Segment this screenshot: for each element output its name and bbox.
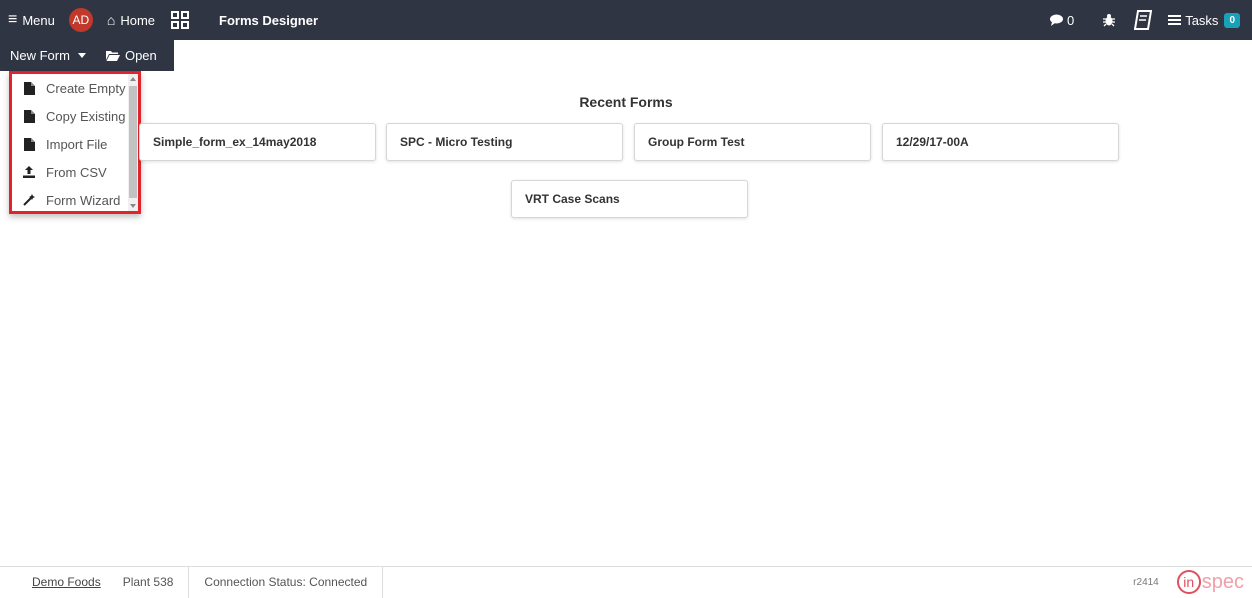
- chat-bubble-icon: [1049, 14, 1063, 26]
- notebook-button[interactable]: [1126, 0, 1160, 40]
- file-icon: [20, 81, 38, 95]
- new-form-button[interactable]: New Form: [0, 40, 96, 71]
- new-form-dropdown-menu: Create Empty Copy Existing Import File F…: [9, 71, 141, 214]
- recent-form-card[interactable]: VRT Case Scans: [511, 180, 748, 218]
- page-title: Forms Designer: [219, 12, 319, 28]
- form-wizard-label: Form Wizard: [46, 192, 121, 208]
- recent-form-card[interactable]: SPC - Micro Testing: [386, 123, 623, 161]
- home-button[interactable]: ⌂ Home: [99, 0, 163, 40]
- messages-button[interactable]: 0: [1042, 0, 1092, 40]
- status-footer: Demo Foods Plant 538 Connection Status: …: [0, 566, 1252, 598]
- tasks-label: Tasks: [1185, 12, 1219, 28]
- qr-code-button[interactable]: [163, 0, 197, 40]
- logo-in-mark: in: [1176, 570, 1201, 594]
- caret-down-icon: [77, 53, 86, 58]
- upload-icon: [20, 166, 38, 178]
- company-link[interactable]: Demo Foods: [32, 575, 101, 589]
- wand-icon: [20, 194, 38, 206]
- scroll-up-arrow-icon[interactable]: [130, 77, 136, 81]
- hamburger-icon: ≡: [8, 11, 18, 28]
- forms-toolbar: New Form Open: [0, 40, 174, 71]
- tasks-button[interactable]: Tasks 0: [1160, 0, 1252, 40]
- import-file-menu-item[interactable]: Import File: [12, 130, 129, 158]
- user-avatar[interactable]: AD: [68, 8, 93, 32]
- file-icon: [20, 109, 38, 123]
- from-csv-menu-item[interactable]: From CSV: [12, 158, 129, 186]
- recent-form-card[interactable]: Simple_form_ex_14may2018: [139, 123, 376, 161]
- plant-label: Plant 538: [122, 575, 174, 589]
- bug-icon: [1103, 14, 1116, 27]
- connection-status-cell: Connection Status: Connected: [189, 566, 384, 598]
- home-label: Home: [120, 12, 156, 28]
- open-label: Open: [124, 48, 157, 63]
- recent-form-card[interactable]: Group Form Test: [634, 123, 871, 161]
- tasks-count-badge: 0: [1224, 12, 1240, 28]
- messages-count: 0: [1066, 12, 1075, 28]
- logo-spec-text: spec: [1201, 570, 1244, 593]
- from-csv-label: From CSV: [46, 164, 107, 180]
- recent-form-card[interactable]: 12/29/17-00A: [882, 123, 1119, 161]
- import-file-label: Import File: [46, 136, 108, 152]
- menu-button[interactable]: ≡ Menu: [0, 0, 63, 40]
- copy-existing-label: Copy Existing: [46, 108, 126, 124]
- form-wizard-menu-item[interactable]: Form Wizard: [12, 186, 129, 214]
- menu-label: Menu: [22, 12, 55, 28]
- notebook-icon: [1134, 10, 1153, 30]
- inspec-logo: in spec: [1176, 570, 1244, 594]
- tasks-list-icon: [1168, 15, 1182, 25]
- top-navbar: ≡ Menu AD ⌂ Home Forms Designer 0 Tasks …: [0, 0, 1252, 40]
- revision-label: r2414: [1133, 576, 1159, 588]
- recent-forms-heading: Recent Forms: [579, 94, 673, 110]
- folder-open-icon: [105, 51, 120, 61]
- qr-code-icon: [171, 11, 190, 29]
- bug-report-button[interactable]: [1092, 0, 1126, 40]
- home-icon: ⌂: [106, 12, 116, 28]
- company-plant-cell: Demo Foods Plant 538: [0, 566, 190, 598]
- open-button[interactable]: Open: [96, 40, 167, 71]
- file-icon: [20, 137, 38, 151]
- new-form-label: New Form: [10, 48, 70, 63]
- scroll-down-arrow-icon[interactable]: [130, 204, 136, 208]
- connection-status: Connection Status: Connected: [204, 575, 368, 589]
